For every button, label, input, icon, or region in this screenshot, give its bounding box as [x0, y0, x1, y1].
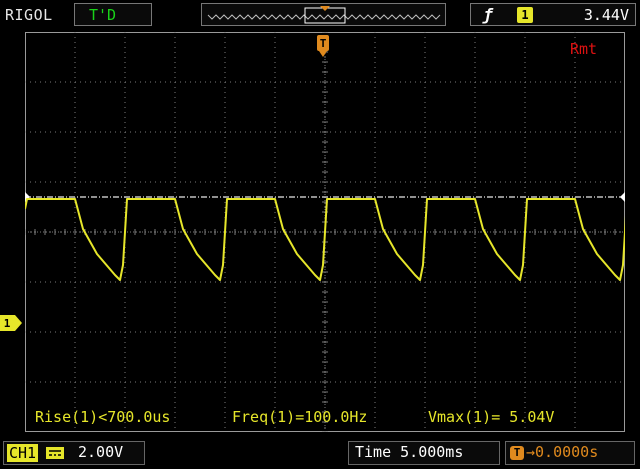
trigger-offset-icon: T — [510, 446, 524, 460]
measurement-freq: Freq(1)=100.0Hz — [232, 408, 368, 426]
top-status-bar: RIGOL T'D ƒ 1 3.44V — [0, 0, 640, 30]
trigger-position-marker[interactable]: T — [316, 35, 330, 57]
volts-per-div: 2.00V — [78, 443, 124, 461]
rising-edge-icon: ƒ — [483, 5, 493, 24]
dc-coupling-icon — [46, 447, 64, 459]
waveform-display[interactable] — [25, 32, 625, 432]
trigger-offset: →0.0000s — [526, 443, 599, 461]
trigger-marker-glyph: T — [320, 37, 327, 50]
measurement-rise: Rise(1)<700.0us — [35, 408, 171, 426]
remote-indicator: Rmt — [570, 40, 598, 58]
measurement-vmax: Vmax(1)= 5.04V — [428, 408, 555, 426]
channel1-settings[interactable]: CH1 2.00V — [3, 441, 145, 465]
trigger-level-right-arrow — [620, 192, 625, 202]
trigger-offset-box[interactable]: T →0.0000s — [505, 441, 635, 465]
run-status: T'D — [89, 6, 117, 24]
graticule — [25, 32, 625, 432]
brand-logo: RIGOL — [5, 6, 53, 24]
memory-waveform-preview — [207, 14, 441, 20]
trigger-info-box[interactable]: ƒ 1 3.44V — [470, 3, 636, 26]
channel1-ground-marker[interactable]: 1 — [0, 315, 22, 331]
channel1-tag: CH1 — [7, 444, 39, 462]
bottom-status-bar: CH1 2.00V Time 5.000ms T →0.0000s — [0, 436, 640, 469]
timebase-box[interactable]: Time 5.000ms — [348, 441, 500, 465]
timebase: Time 5.000ms — [355, 443, 464, 461]
trigger-level: 3.44V — [583, 6, 629, 24]
run-status-box: T'D — [74, 3, 152, 26]
memory-position-bar[interactable] — [201, 3, 446, 26]
channel-marker-glyph: 1 — [4, 317, 11, 330]
trigger-source-badge: 1 — [517, 7, 533, 23]
